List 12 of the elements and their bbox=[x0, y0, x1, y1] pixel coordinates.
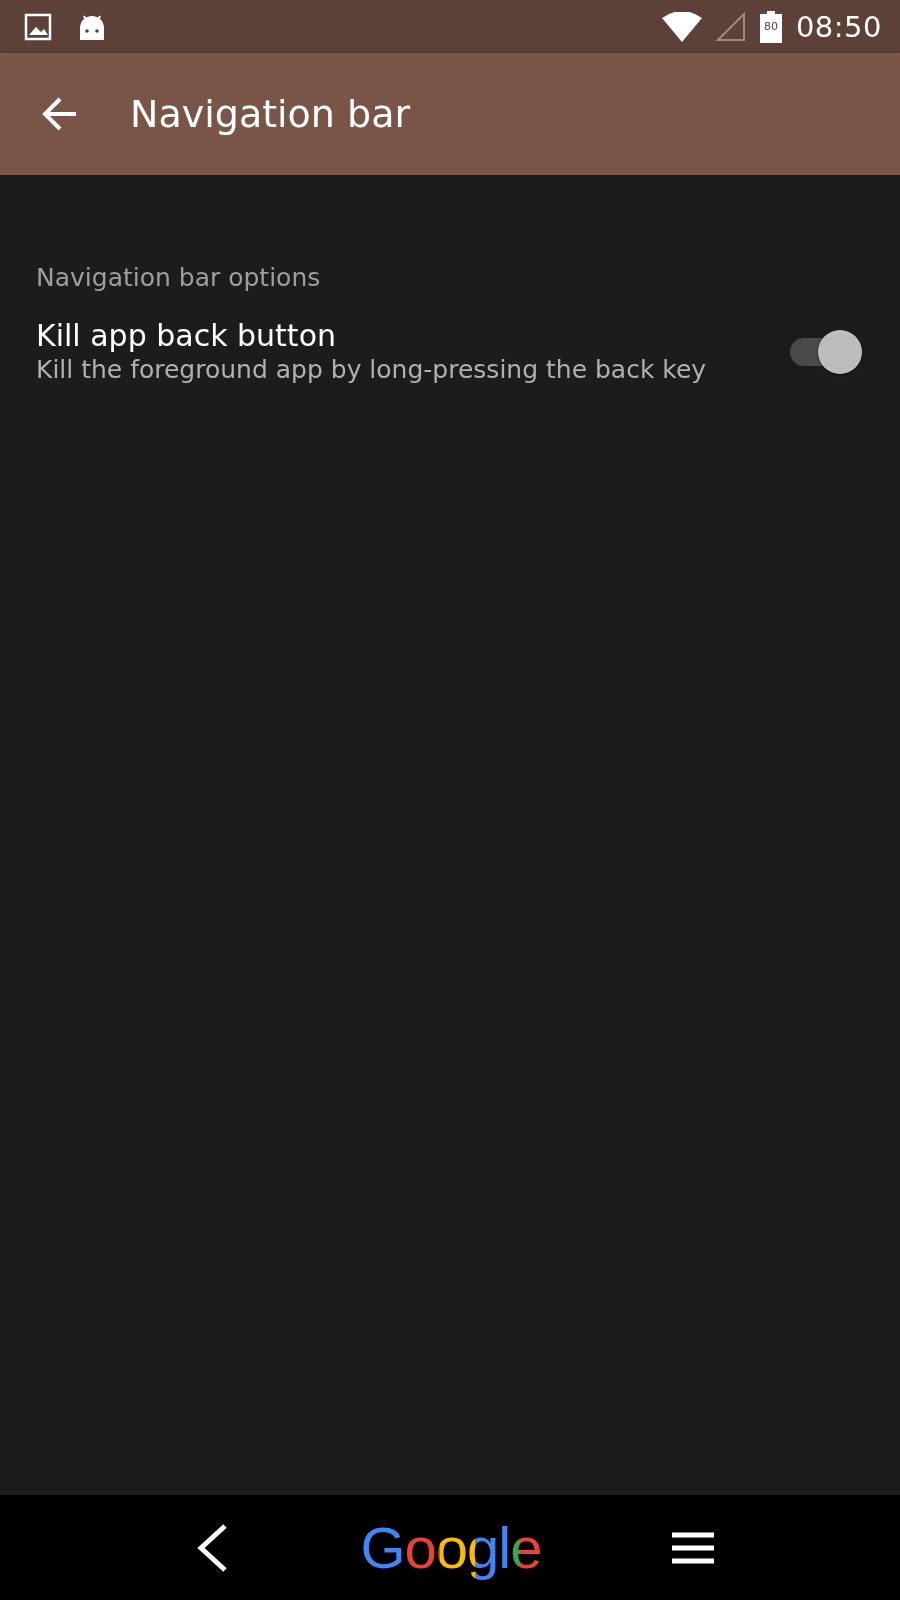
battery-level: 80 bbox=[762, 20, 779, 33]
menu-button[interactable] bbox=[672, 1531, 715, 1564]
image-icon bbox=[24, 12, 52, 41]
section-header: Navigation bar options bbox=[36, 263, 321, 292]
clock: 08:50 bbox=[795, 9, 882, 44]
wifi-icon bbox=[661, 11, 702, 42]
battery-icon bbox=[759, 10, 782, 43]
setting-summary: Kill the foreground app by long-pressing the back key bbox=[36, 354, 708, 385]
toggle-switch[interactable] bbox=[788, 329, 860, 374]
signal-icon bbox=[715, 11, 746, 42]
setting-title: Kill app back button bbox=[36, 318, 337, 354]
toolbar-title: Navigation bar bbox=[130, 92, 411, 136]
